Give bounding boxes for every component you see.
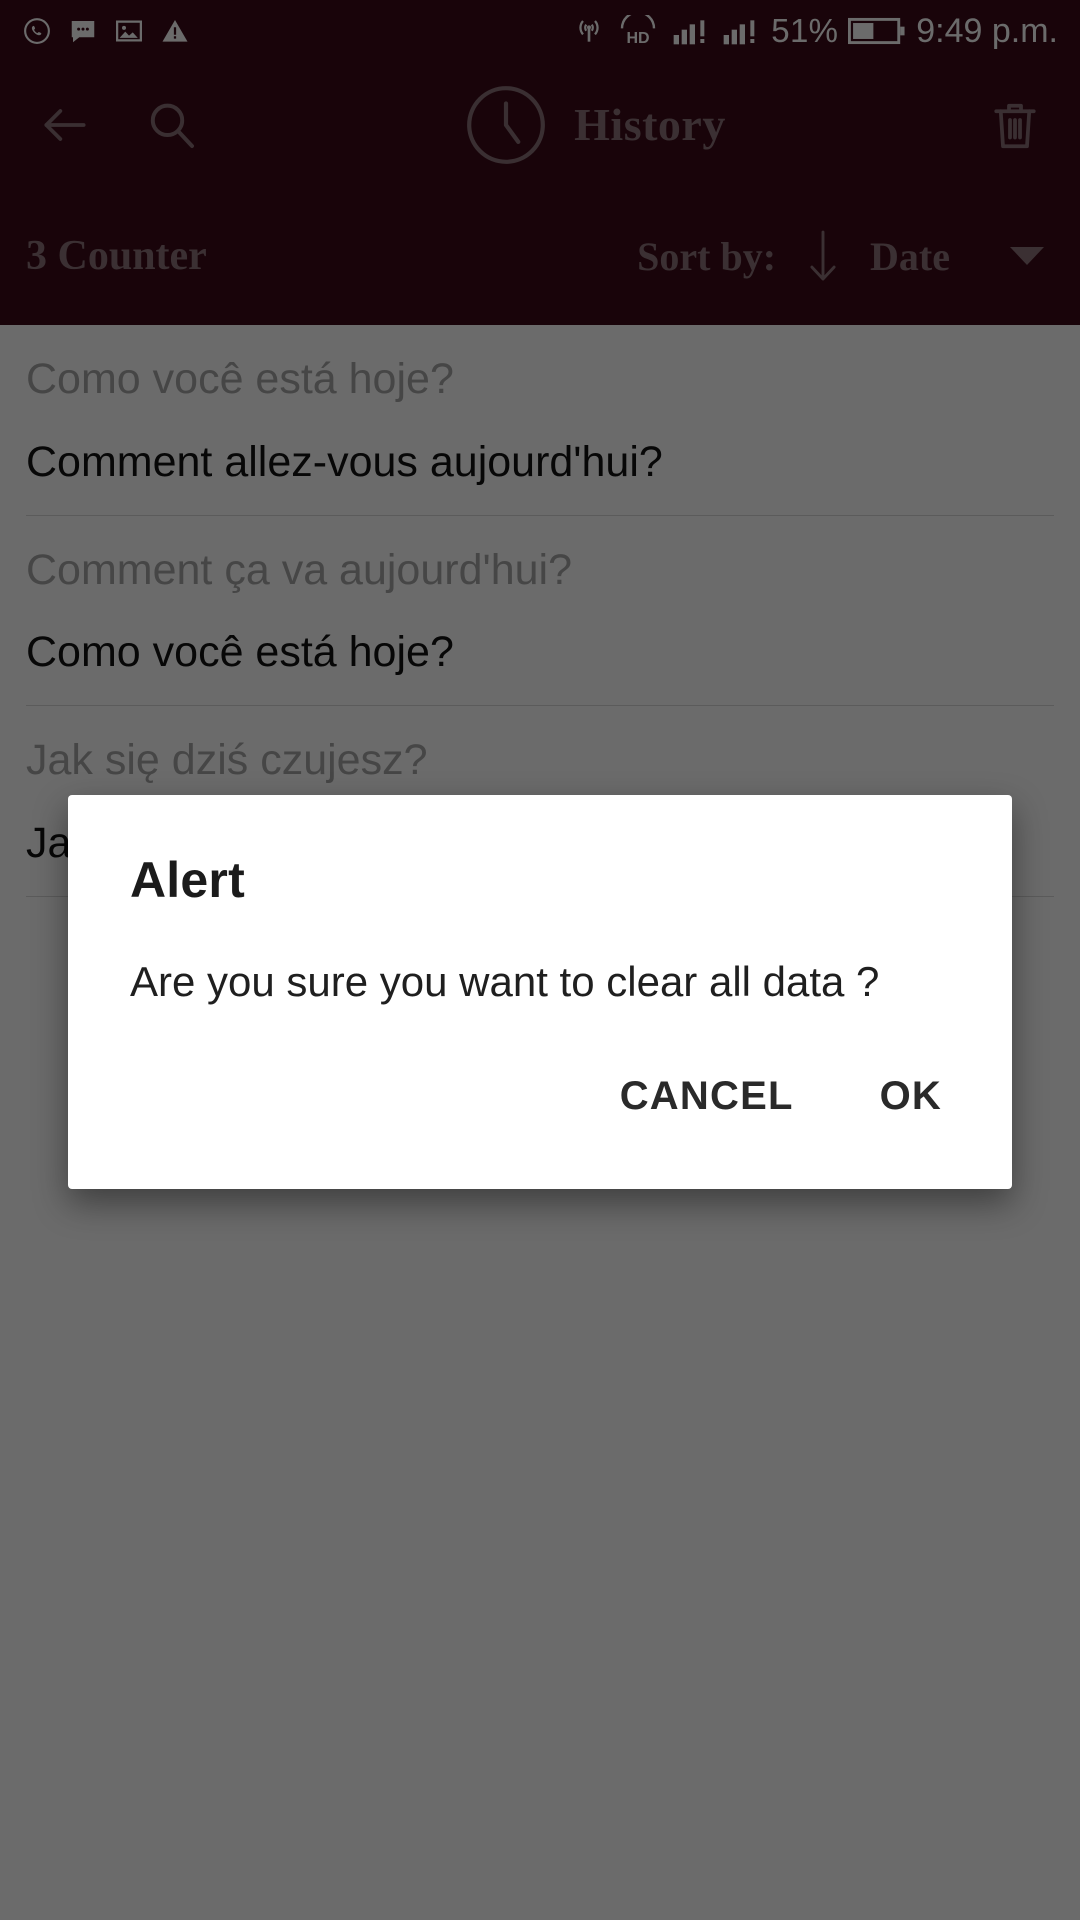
phone-screen: HD [0,0,1080,1920]
alert-message: Are you sure you want to clear all data … [130,958,880,1005]
alert-dialog: Alert Are you sure you want to clear all… [68,795,1012,1189]
cancel-button[interactable]: CANCEL [594,1060,820,1133]
alert-actions: CANCEL OK [68,1010,1012,1189]
ok-button[interactable]: OK [854,1060,968,1133]
alert-title: Alert [130,852,245,908]
